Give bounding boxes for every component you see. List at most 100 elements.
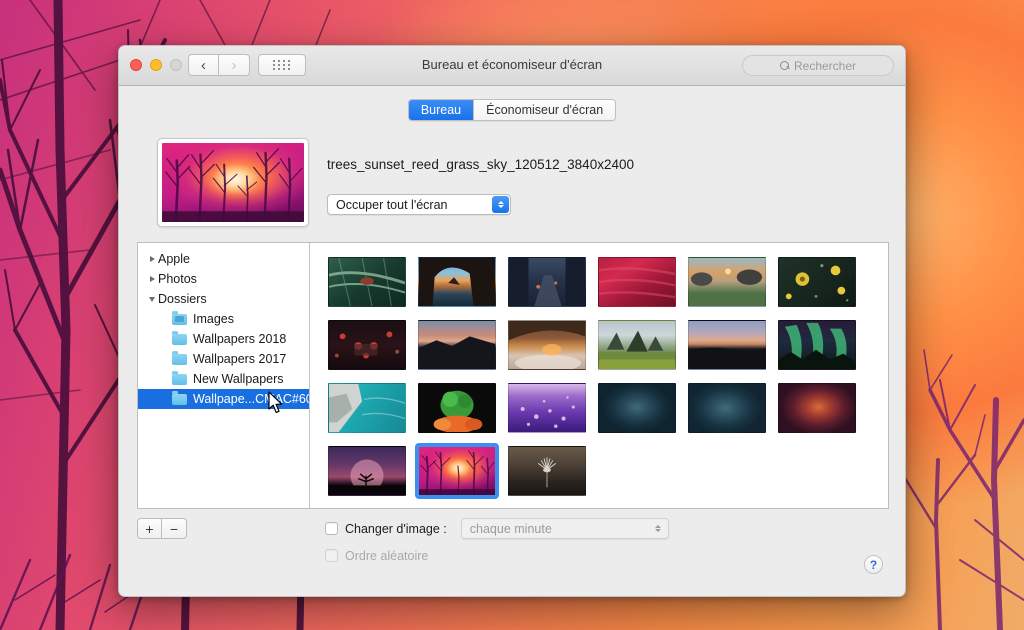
source-and-grid-pane: Apple Photos Dossiers Images Wallpapers …	[137, 242, 889, 509]
thumbnail-dark-red-nebula[interactable]	[778, 383, 856, 433]
tab-bar: Bureau Économiseur d'écran	[119, 86, 905, 134]
random-order-label: Ordre aléatoire	[345, 549, 428, 563]
wallpaper-thumbnail-grid	[322, 253, 888, 499]
thumbnail-cell[interactable]	[322, 253, 412, 310]
thumbnail-dark-teal-abstract-1[interactable]	[598, 383, 676, 433]
folder-icon	[172, 334, 187, 345]
folder-icon	[172, 354, 187, 365]
thumbnail-cell[interactable]	[592, 253, 682, 310]
thumbnail-dark-teal-abstract-2[interactable]	[688, 383, 766, 433]
sidebar-item-label: Apple	[158, 252, 190, 266]
thumbnail-purple-water-drops[interactable]	[508, 383, 586, 433]
thumbnail-cell[interactable]	[592, 316, 682, 373]
pictures-folder-icon	[172, 314, 187, 325]
thumbnail-green-orange-coral[interactable]	[418, 383, 496, 433]
thumbnail-cell[interactable]	[772, 316, 862, 373]
thumbnail-yellow-flowers-dark[interactable]	[778, 257, 856, 307]
random-order-checkbox	[325, 549, 338, 562]
thumbnail-cave-waves-orange[interactable]	[508, 320, 586, 370]
thumbnail-green-leaves-branch[interactable]	[328, 257, 406, 307]
system-preferences-window: ‹ › Bureau et économiseur d'écran Recher…	[118, 45, 906, 597]
sidebar-item-label: Photos	[158, 272, 197, 286]
thumbnail-aurora-borealis-green[interactable]	[778, 320, 856, 370]
change-picture-checkbox[interactable]	[325, 522, 338, 535]
thumbnail-cell[interactable]	[412, 316, 502, 373]
thumbnail-dark-city-street[interactable]	[508, 257, 586, 307]
thumbnail-cave-arch-sunset-sea[interactable]	[418, 257, 496, 307]
disclosure-triangle-closed-icon[interactable]	[146, 276, 158, 282]
help-button[interactable]: ?	[864, 555, 883, 574]
sidebar-item-label: Dossiers	[158, 292, 207, 306]
thumbnail-cell[interactable]	[502, 316, 592, 373]
thumbnail-crimson-red-clouds[interactable]	[598, 257, 676, 307]
scaling-popup-value: Occuper tout l'écran	[336, 198, 447, 212]
thumbnail-cell[interactable]	[412, 379, 502, 436]
sidebar-item-new-wallpapers[interactable]: New Wallpapers	[138, 369, 309, 389]
thumbnail-green-mountain-peaks[interactable]	[598, 320, 676, 370]
bottom-controls: + − Changer d'image : chaque minute	[137, 518, 889, 539]
preview-image	[162, 143, 304, 222]
thumbnail-cell[interactable]	[772, 379, 862, 436]
desktop-background: ‹ › Bureau et économiseur d'écran Recher…	[0, 0, 1024, 630]
window-titlebar: ‹ › Bureau et économiseur d'écran Recher…	[119, 46, 905, 86]
thumbnail-cell[interactable]	[322, 316, 412, 373]
preview-info: trees_sunset_reed_grass_sky_120512_3840x…	[327, 138, 634, 238]
random-order-row: Ordre aléatoire	[325, 545, 669, 566]
thumbnail-cliff-turquoise-sea[interactable]	[328, 383, 406, 433]
wallpaper-source-tree[interactable]: Apple Photos Dossiers Images Wallpapers …	[138, 243, 310, 508]
segmented-tabs: Bureau Économiseur d'écran	[408, 99, 616, 121]
disclosure-triangle-closed-icon[interactable]	[146, 256, 158, 262]
thumbnail-cell[interactable]	[322, 379, 412, 436]
wallpaper-grid-pane[interactable]	[310, 243, 888, 508]
disclosure-triangle-open-icon[interactable]	[146, 297, 158, 302]
thumbnail-cell[interactable]	[412, 442, 502, 499]
mouse-cursor	[268, 391, 285, 415]
sidebar-item-label: Images	[193, 312, 234, 326]
search-placeholder: Rechercher	[794, 59, 856, 73]
interval-popup-button: chaque minute	[461, 518, 669, 539]
current-wallpaper-preview[interactable]	[157, 138, 309, 227]
thumbnail-cell[interactable]	[502, 379, 592, 436]
tab-economiseur-decran[interactable]: Économiseur d'écran	[473, 100, 615, 120]
thumbnail-lake-mountain-dusk[interactable]	[418, 320, 496, 370]
interval-popup-value: chaque minute	[470, 522, 552, 536]
chevron-updown-icon	[492, 196, 509, 213]
thumbnail-cell[interactable]	[682, 379, 772, 436]
thumbnail-cell[interactable]	[502, 442, 592, 499]
thumbnail-rocks-lake-sunset[interactable]	[688, 257, 766, 307]
sidebar-item-dossiers[interactable]: Dossiers	[138, 289, 309, 309]
change-picture-row: Changer d'image : chaque minute	[325, 518, 669, 539]
wallpaper-filename: trees_sunset_reed_grass_sky_120512_3840x…	[327, 157, 634, 172]
thumbnail-cell[interactable]	[412, 253, 502, 310]
thumbnail-cell[interactable]	[592, 379, 682, 436]
folder-icon	[172, 374, 187, 385]
thumbnail-cell[interactable]	[682, 316, 772, 373]
search-icon	[780, 61, 789, 70]
thumbnail-minimal-dawn-horizon[interactable]	[688, 320, 766, 370]
sidebar-item-apple[interactable]: Apple	[138, 249, 309, 269]
chevron-updown-icon	[650, 520, 667, 537]
tab-bureau[interactable]: Bureau	[409, 100, 473, 120]
sidebar-item-wallpapers-2018[interactable]: Wallpapers 2018	[138, 329, 309, 349]
thumbnail-cell[interactable]	[322, 442, 412, 499]
thumbnail-night-car-bokeh[interactable]	[328, 320, 406, 370]
sidebar-item-images[interactable]: Images	[138, 309, 309, 329]
thumbnail-trees-sunset-magenta[interactable]	[418, 446, 496, 496]
sidebar-item-label: Wallpape...CMAC#60	[193, 392, 310, 406]
sidebar-item-label: Wallpapers 2017	[193, 352, 286, 366]
scaling-popup-button[interactable]: Occuper tout l'écran	[327, 194, 511, 215]
sidebar-item-wallpapers-2017[interactable]: Wallpapers 2017	[138, 349, 309, 369]
sidebar-item-photos[interactable]: Photos	[138, 269, 309, 289]
thumbnail-cell[interactable]	[502, 253, 592, 310]
preview-row: trees_sunset_reed_grass_sky_120512_3840x…	[119, 134, 905, 238]
thumbnail-cell[interactable]	[682, 253, 772, 310]
thumbnail-cell[interactable]	[772, 253, 862, 310]
thumbnail-pink-moon-tree[interactable]	[328, 446, 406, 496]
search-field[interactable]: Rechercher	[742, 55, 894, 76]
remove-folder-button[interactable]: −	[162, 518, 187, 539]
thumbnail-white-lotus-flower[interactable]	[508, 446, 586, 496]
add-folder-button[interactable]: +	[137, 518, 162, 539]
change-picture-label: Changer d'image :	[345, 522, 447, 536]
sidebar-item-label: New Wallpapers	[193, 372, 284, 386]
slideshow-options: Changer d'image : chaque minute Ordre al…	[325, 518, 669, 566]
